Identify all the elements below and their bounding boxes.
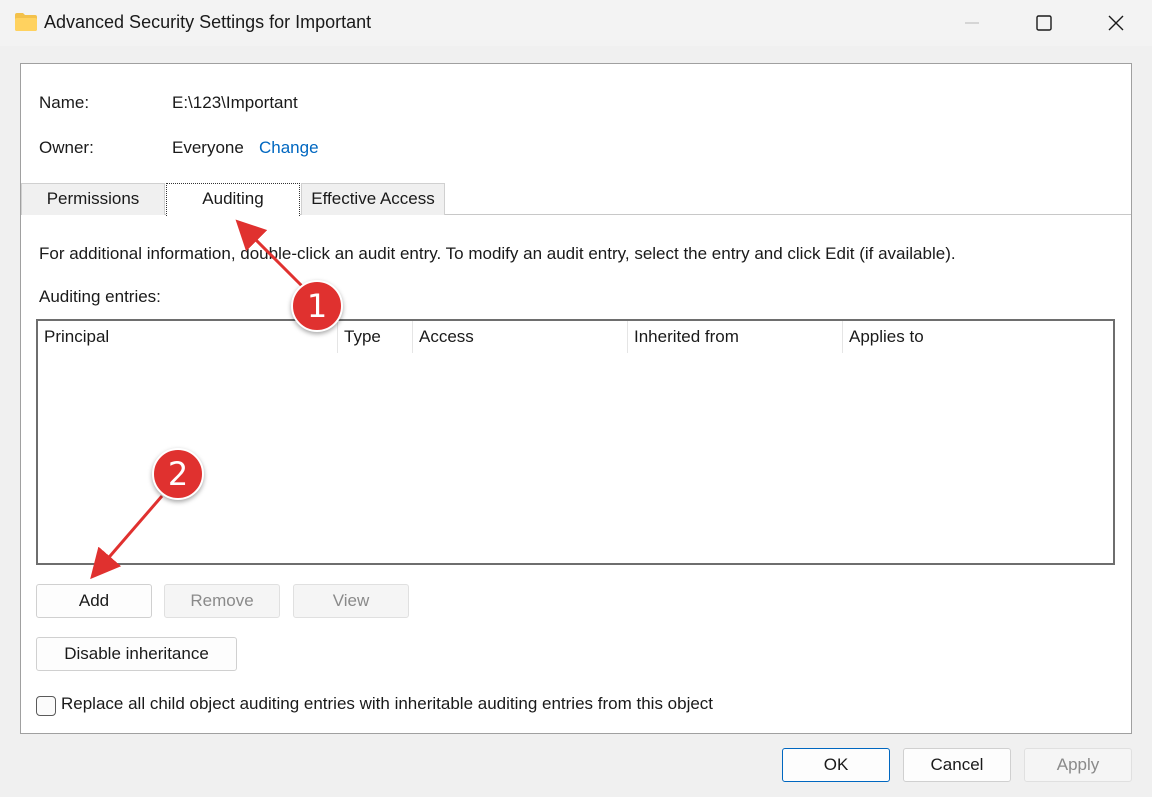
tab-permissions[interactable]: Permissions (21, 183, 165, 215)
name-label: Name: (39, 93, 90, 112)
auditing-entries-list[interactable]: Principal Type Access Inherited from App… (36, 319, 1115, 565)
auditing-entries-label: Auditing entries: (39, 287, 161, 306)
change-owner-link[interactable]: Change (259, 138, 319, 158)
view-button[interactable]: View (293, 584, 409, 618)
replace-child-entries-label: Replace all child object auditing entrie… (61, 694, 714, 713)
disable-inheritance-button[interactable]: Disable inheritance (36, 637, 237, 671)
owner-label: Owner: (39, 138, 94, 157)
folder-icon (15, 13, 37, 31)
add-button[interactable]: Add (36, 584, 152, 618)
minimize-icon (965, 22, 979, 24)
column-header-principal[interactable]: Principal (38, 321, 338, 353)
close-button[interactable] (1080, 0, 1152, 46)
remove-button[interactable]: Remove (164, 584, 280, 618)
maximize-icon (1036, 15, 1052, 31)
tab-effective-access[interactable]: Effective Access (301, 183, 445, 215)
window-title: Advanced Security Settings for Important (44, 12, 372, 32)
column-header-access[interactable]: Access (413, 321, 628, 353)
annotation-badge-2: 2 (152, 448, 204, 500)
name-value: E:\123\Important (172, 93, 298, 112)
cancel-button[interactable]: Cancel (903, 748, 1011, 782)
tab-auditing[interactable]: Auditing (166, 183, 300, 216)
apply-button[interactable]: Apply (1024, 748, 1132, 782)
maximize-button[interactable] (1008, 0, 1080, 46)
title-bar: Advanced Security Settings for Important (0, 0, 1152, 46)
annotation-badge-1: 1 (291, 280, 343, 332)
minimize-button[interactable] (936, 0, 1008, 46)
column-header-applies-to[interactable]: Applies to (843, 321, 1113, 353)
ok-button[interactable]: OK (782, 748, 890, 782)
column-header-type[interactable]: Type (338, 321, 413, 353)
settings-panel: Name: E:\123\Important Owner: Everyone C… (20, 63, 1132, 734)
owner-value: Everyone (172, 138, 244, 157)
close-icon (1108, 15, 1124, 31)
column-header-inherited-from[interactable]: Inherited from (628, 321, 843, 353)
auditing-info-text: For additional information, double-click… (39, 244, 956, 263)
replace-child-entries-checkbox[interactable] (36, 696, 56, 716)
